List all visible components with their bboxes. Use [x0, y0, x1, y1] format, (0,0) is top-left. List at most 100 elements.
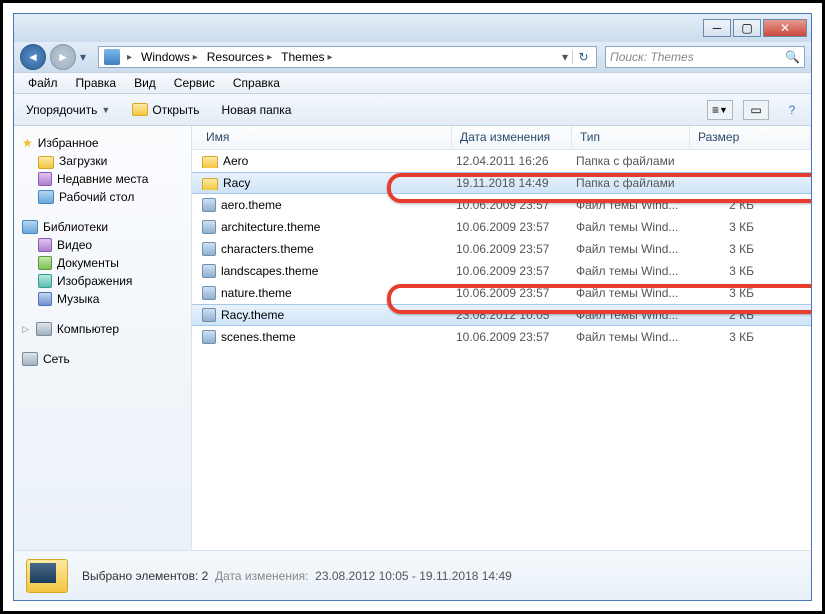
toolbar: Упорядочить▼ Открыть Новая папка ≡ ▼ ▭ ? — [14, 94, 811, 126]
sidebar-documents[interactable]: Документы — [18, 254, 187, 272]
folder-icon — [38, 156, 54, 169]
menu-help[interactable]: Справка — [225, 74, 288, 92]
status-selected: Выбрано элементов: 2 — [82, 569, 208, 583]
preview-pane-button[interactable]: ▭ — [743, 100, 769, 120]
sidebar-recent[interactable]: Недавние места — [18, 170, 187, 188]
file-name: scenes.theme — [221, 330, 296, 344]
file-type: Файл темы Wind... — [576, 308, 694, 322]
sidebar-pictures[interactable]: Изображения — [18, 272, 187, 290]
col-type[interactable]: Тип — [572, 126, 690, 149]
crumb-resources[interactable]: Resources▸ — [204, 50, 278, 64]
folder-open-icon — [132, 103, 148, 116]
theme-file-icon — [202, 198, 216, 212]
sidebar: ★Избранное Загрузки Недавние места Рабоч… — [14, 126, 192, 550]
file-list[interactable]: Aero12.04.2011 16:26Папка с файлами Racy 1… — [192, 150, 811, 550]
titlebar: ─ ▢ ✕ — [14, 14, 811, 42]
file-date: 10.06.2009 23:57 — [456, 242, 576, 256]
file-type: Папка с файлами — [576, 176, 694, 190]
search-input[interactable]: Поиск: Themes 🔍 — [605, 46, 805, 68]
new-folder-button[interactable]: Новая папка — [215, 100, 297, 120]
desktop-icon — [38, 190, 54, 204]
file-date: 19.11.2018 14:49 — [456, 176, 576, 190]
nav-row: ◄ ► ▾ ▸ Windows▸ Resources▸ Themes▸ ▾ ↻ … — [14, 42, 811, 72]
file-row[interactable]: Racy.theme 23.08.2012 10:05Файл темы Wind… — [192, 304, 811, 326]
file-date: 10.06.2009 23:57 — [456, 330, 576, 344]
status-bar: Выбрано элементов: 2 Дата изменения: 23.… — [14, 550, 811, 600]
file-type: Папка с файлами — [576, 154, 694, 168]
help-button[interactable]: ? — [779, 100, 805, 120]
file-size: 3 КБ — [694, 264, 754, 278]
back-button[interactable]: ◄ — [20, 44, 46, 70]
file-type: Файл темы Wind... — [576, 242, 694, 256]
sidebar-libraries[interactable]: Библиотеки — [18, 218, 187, 236]
close-button[interactable]: ✕ — [763, 19, 807, 37]
file-row[interactable]: scenes.theme10.06.2009 23:57Файл темы Wi… — [192, 326, 811, 348]
file-row[interactable]: Racy 19.11.2018 14:49Папка с файлами — [192, 172, 811, 194]
open-button[interactable]: Открыть — [126, 100, 205, 120]
file-name: Racy.theme — [221, 308, 284, 322]
menu-edit[interactable]: Правка — [68, 74, 125, 92]
history-dropdown[interactable]: ▾ — [80, 50, 94, 64]
organize-button[interactable]: Упорядочить▼ — [20, 100, 116, 120]
documents-icon — [38, 256, 52, 270]
file-date: 10.06.2009 23:57 — [456, 264, 576, 278]
file-type: Файл темы Wind... — [576, 286, 694, 300]
computer-icon — [104, 49, 120, 65]
file-row[interactable]: characters.theme 10.06.2009 23:57Файл тем… — [192, 238, 811, 260]
refresh-button[interactable]: ↻ — [572, 50, 594, 64]
col-name[interactable]: Имя — [192, 126, 452, 149]
music-icon — [38, 292, 52, 306]
file-size: 2 КБ — [694, 198, 754, 212]
theme-file-icon — [202, 286, 216, 300]
sidebar-music[interactable]: Музыка — [18, 290, 187, 308]
file-name: Aero — [223, 154, 248, 168]
file-row[interactable]: landscapes.theme 10.06.2009 23:57Файл тем… — [192, 260, 811, 282]
theme-file-icon — [202, 220, 216, 234]
sidebar-computer[interactable]: ▷Компьютер — [18, 320, 187, 338]
sidebar-desktop[interactable]: Рабочий стол — [18, 188, 187, 206]
menu-view[interactable]: Вид — [126, 74, 164, 92]
sidebar-downloads[interactable]: Загрузки — [18, 152, 187, 170]
theme-file-icon — [202, 330, 216, 344]
file-size: 3 КБ — [694, 220, 754, 234]
computer-icon — [36, 322, 52, 336]
crumb-windows[interactable]: Windows▸ — [138, 50, 204, 64]
file-row[interactable]: Aero12.04.2011 16:26Папка с файлами — [192, 150, 811, 172]
file-type: Файл темы Wind... — [576, 264, 694, 278]
file-name: landscapes.theme — [221, 264, 318, 278]
sidebar-favorites[interactable]: ★Избранное — [18, 134, 187, 152]
crumb-root[interactable]: ▸ — [101, 49, 138, 65]
col-size[interactable]: Размер — [690, 126, 811, 149]
forward-button[interactable]: ► — [50, 44, 76, 70]
file-row[interactable]: nature.theme10.06.2009 23:57Файл темы Wi… — [192, 282, 811, 304]
network-icon — [22, 352, 38, 366]
maximize-button[interactable]: ▢ — [733, 19, 761, 37]
address-dropdown[interactable]: ▾ — [558, 50, 572, 64]
file-type: Файл темы Wind... — [576, 220, 694, 234]
menu-tools[interactable]: Сервис — [166, 74, 223, 92]
status-date-value: 23.08.2012 10:05 - 19.11.2018 14:49 — [315, 569, 512, 583]
file-row[interactable]: architecture.theme10.06.2009 23:57Файл т… — [192, 216, 811, 238]
file-size: 3 КБ — [694, 286, 754, 300]
selection-thumbnail — [26, 559, 68, 593]
file-date: 10.06.2009 23:57 — [456, 220, 576, 234]
file-name: Racy — [223, 176, 250, 190]
minimize-button[interactable]: ─ — [703, 19, 731, 37]
view-mode-button[interactable]: ≡ ▼ — [707, 100, 733, 120]
file-date: 23.08.2012 10:05 — [456, 308, 576, 322]
address-bar[interactable]: ▸ Windows▸ Resources▸ Themes▸ ▾ ↻ — [98, 46, 597, 68]
recent-icon — [38, 172, 52, 186]
file-row[interactable]: aero.theme10.06.2009 23:57Файл темы Wind… — [192, 194, 811, 216]
menu-file[interactable]: Файл — [20, 74, 66, 92]
folder-icon — [202, 156, 218, 169]
file-size: 2 КБ — [694, 308, 754, 322]
libraries-icon — [22, 220, 38, 234]
crumb-themes[interactable]: Themes▸ — [278, 50, 338, 64]
sidebar-network[interactable]: Сеть — [18, 350, 187, 368]
file-list-panel: Имя Дата изменения Тип Размер Aero12.04.… — [192, 126, 811, 550]
file-name: characters.theme — [221, 242, 314, 256]
col-date[interactable]: Дата изменения — [452, 126, 572, 149]
file-type: Файл темы Wind... — [576, 198, 694, 212]
status-date-label: Дата изменения: — [215, 569, 309, 583]
sidebar-videos[interactable]: Видео — [18, 236, 187, 254]
